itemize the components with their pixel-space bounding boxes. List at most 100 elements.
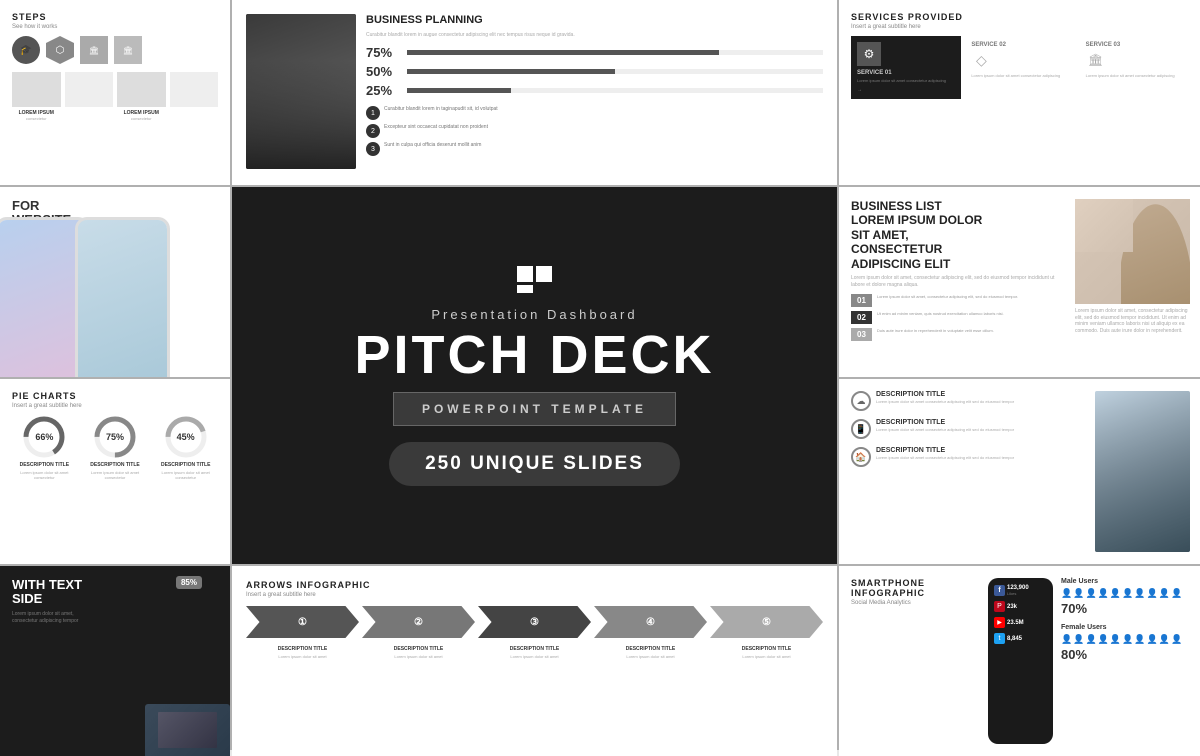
withtext-text: Lorem ipsum dolor sit amet, consectetur …	[12, 611, 87, 625]
step-item-4	[170, 72, 219, 121]
phone-2	[75, 217, 170, 377]
arrow-label-2: DESCRIPTION TITLE Lorem ipsum dolor sit …	[362, 646, 475, 659]
steps-items: LOREM IPSUM consectetur LOREM IPSUM cons…	[12, 72, 218, 121]
desc-item-text-0: Lorem ipsum dolor sit amet consectetur a…	[876, 399, 1014, 404]
blist-num-1: 1	[366, 106, 380, 120]
step-item-1: LOREM IPSUM consectetur	[12, 72, 61, 121]
arrows-row: ① ② ③ ④ ⑤	[246, 606, 823, 638]
arrows-panel: ARROWS INFOGRAPHIC Insert a great subtit…	[232, 566, 837, 756]
arrows-title: ARROWS INFOGRAPHIC	[246, 580, 823, 590]
desc-text-0: DESCRIPTION TITLE Lorem ipsum dolor sit …	[876, 391, 1014, 404]
desc-icon-2: 🏠	[851, 447, 871, 467]
phone-1-screen	[0, 220, 87, 377]
lorem-num-2: 02	[851, 311, 872, 324]
laptop-container	[137, 704, 230, 756]
blist-item-1: 1 Curabitur blandit lorem in taginapudit…	[366, 106, 823, 120]
desc-text-1: DESCRIPTION TITLE Lorem ipsum dolor sit …	[876, 419, 1014, 432]
female-person-8: 👤	[1147, 634, 1158, 645]
stat-bar-fill-2	[407, 69, 615, 74]
sm-yt-val: 23.5M	[1007, 620, 1024, 626]
stat-percent-3: 25%	[366, 83, 402, 98]
stat-bar-bg-3	[407, 88, 823, 93]
lorem-right: Lorem ipsum dolor sit amet, consectetur …	[1075, 199, 1190, 365]
lorem-ipsum-panel: BUSINESS LISTLOREM IPSUM DOLORSIT AMET,C…	[839, 187, 1200, 377]
smartphone-user-stats: Male Users 👤 👤 👤 👤 👤 👤 👤 👤 👤 👤 70% Femal…	[1061, 578, 1190, 744]
arrow-label-title-2: DESCRIPTION TITLE	[362, 646, 475, 652]
business-panel: BUSINESS PLANNING Curabitur blandit lore…	[232, 0, 837, 185]
main-grid: STEPS See how it works 🎓 ⬡ 🏛 🏛 LOREM IPS…	[0, 0, 1200, 750]
steps-subtitle: See how it works	[12, 24, 218, 30]
hero-logo	[517, 266, 553, 293]
steps-title: STEPS	[12, 12, 218, 22]
arrow-4: ④	[594, 606, 707, 638]
service-text-1: Lorem ipsum dolor sit amet consectetur a…	[857, 78, 955, 83]
phone-mockups	[0, 217, 185, 377]
arrow-label-desc-3: Lorem ipsum dolor sit amet	[478, 654, 591, 659]
arrow-label-desc-5: Lorem ipsum dolor sit amet	[710, 654, 823, 659]
desc-list: ☁ DESCRIPTION TITLE Lorem ipsum dolor si…	[851, 391, 1087, 552]
stat-percent-1: 75%	[366, 45, 402, 60]
pie-desc-2: Lorem ipsum dolor sit amet consectetur	[153, 470, 218, 480]
business-image	[246, 14, 356, 169]
hero-logo-block-2	[536, 266, 552, 282]
pie-svg-2: 45%	[164, 415, 208, 459]
blist-num-3: 3	[366, 142, 380, 156]
service-icon-3: 🏛	[1086, 50, 1106, 70]
female-person-faded-1: 👤	[1159, 634, 1170, 645]
female-person-7: 👤	[1134, 634, 1145, 645]
arrow-3: ③	[478, 606, 591, 638]
sm-pi-val: 23k	[1007, 604, 1017, 610]
desc-item-title-2: DESCRIPTION TITLE	[876, 447, 1014, 454]
arrow-label-desc-2: Lorem ipsum dolor sit amet	[362, 654, 475, 659]
service-icon-1: ⚙	[857, 42, 881, 66]
service-num-3: SERVICE 03	[1086, 42, 1184, 48]
arrow-5: ⑤	[710, 606, 823, 638]
hero-pill-text: 250 UNIQUE SLIDES	[425, 453, 644, 474]
pie-percent-2: 45%	[177, 432, 195, 442]
female-person-4: 👤	[1098, 634, 1109, 645]
sm-row-tw: t 8,845	[992, 632, 1049, 645]
yt-icon: ▶	[994, 617, 1005, 628]
arrow-label-title-1: DESCRIPTION TITLE	[246, 646, 359, 652]
business-title: BUSINESS PLANNING	[366, 14, 823, 27]
stat-bar-bg-1	[407, 50, 823, 55]
pie-item-0: 66% DESCRIPTION TITLE Lorem ipsum dolor …	[12, 415, 77, 480]
smartphone-mockup: f 123,900 Likes P 23k ▶ 23.5M t 8,845	[988, 578, 1053, 744]
desc-text-2: DESCRIPTION TITLE Lorem ipsum dolor sit …	[876, 447, 1014, 460]
lorem-right-text: Lorem ipsum dolor sit amet, consectetur …	[1075, 308, 1190, 334]
arrows-subtitle: Insert a great subtitle here	[246, 592, 823, 598]
female-people: 👤 👤 👤 👤 👤 👤 👤 👤 👤 👤	[1061, 634, 1190, 645]
stat-bar-bg-2	[407, 69, 823, 74]
desc-item-0: ☁ DESCRIPTION TITLE Lorem ipsum dolor si…	[851, 391, 1087, 411]
lorem-num-3: 03	[851, 328, 872, 341]
stat-bar-fill-1	[407, 50, 719, 55]
mobile-panel: FORWEBSITE Insert a great subtitle here …	[0, 187, 230, 377]
laptop-screen-img	[145, 704, 230, 756]
smartphone-panel: SMARTPHONE INFOGRAPHIC Social Media Anal…	[839, 566, 1200, 756]
step-item-2	[65, 72, 114, 121]
male-person-1: 👤	[1061, 588, 1072, 599]
stat-row-3: 25%	[366, 83, 823, 98]
stat-bar-fill-3	[407, 88, 511, 93]
pie-row: 66% DESCRIPTION TITLE Lorem ipsum dolor …	[12, 415, 218, 480]
steps-icons: 🎓 ⬡ 🏛 🏛	[12, 36, 218, 64]
smartphone-header: SMARTPHONE INFOGRAPHIC Social Media Anal…	[851, 578, 980, 744]
hero-logo-empty	[536, 285, 553, 293]
desc-item-text-2: Lorem ipsum dolor sit amet consectetur a…	[876, 455, 1014, 460]
desc-item-1: 📱 DESCRIPTION TITLE Lorem ipsum dolor si…	[851, 419, 1087, 439]
desc-image-overlay	[1095, 391, 1190, 552]
step-item-3: LOREM IPSUM consectetur	[117, 72, 166, 121]
arrow-num-1: ①	[298, 617, 307, 628]
service-icon-2: ◇	[971, 50, 991, 70]
male-person-4: 👤	[1098, 588, 1109, 599]
arrow-label-title-3: DESCRIPTION TITLE	[478, 646, 591, 652]
male-person-faded-3: 👤	[1171, 588, 1182, 599]
business-image-overlay	[246, 61, 356, 170]
step-item-1-desc: consectetur	[12, 116, 61, 121]
male-label: Male Users	[1061, 578, 1190, 585]
lorem-item-text-1: Lorem ipsum dolor sit amet, consectetur …	[877, 294, 1018, 299]
laptop-screen-content	[158, 712, 218, 748]
hero-badge-text: POWERPOINT TEMPLATE	[422, 402, 647, 416]
step-item-4-img	[170, 72, 219, 107]
sm-row-pi: P 23k	[992, 600, 1049, 613]
